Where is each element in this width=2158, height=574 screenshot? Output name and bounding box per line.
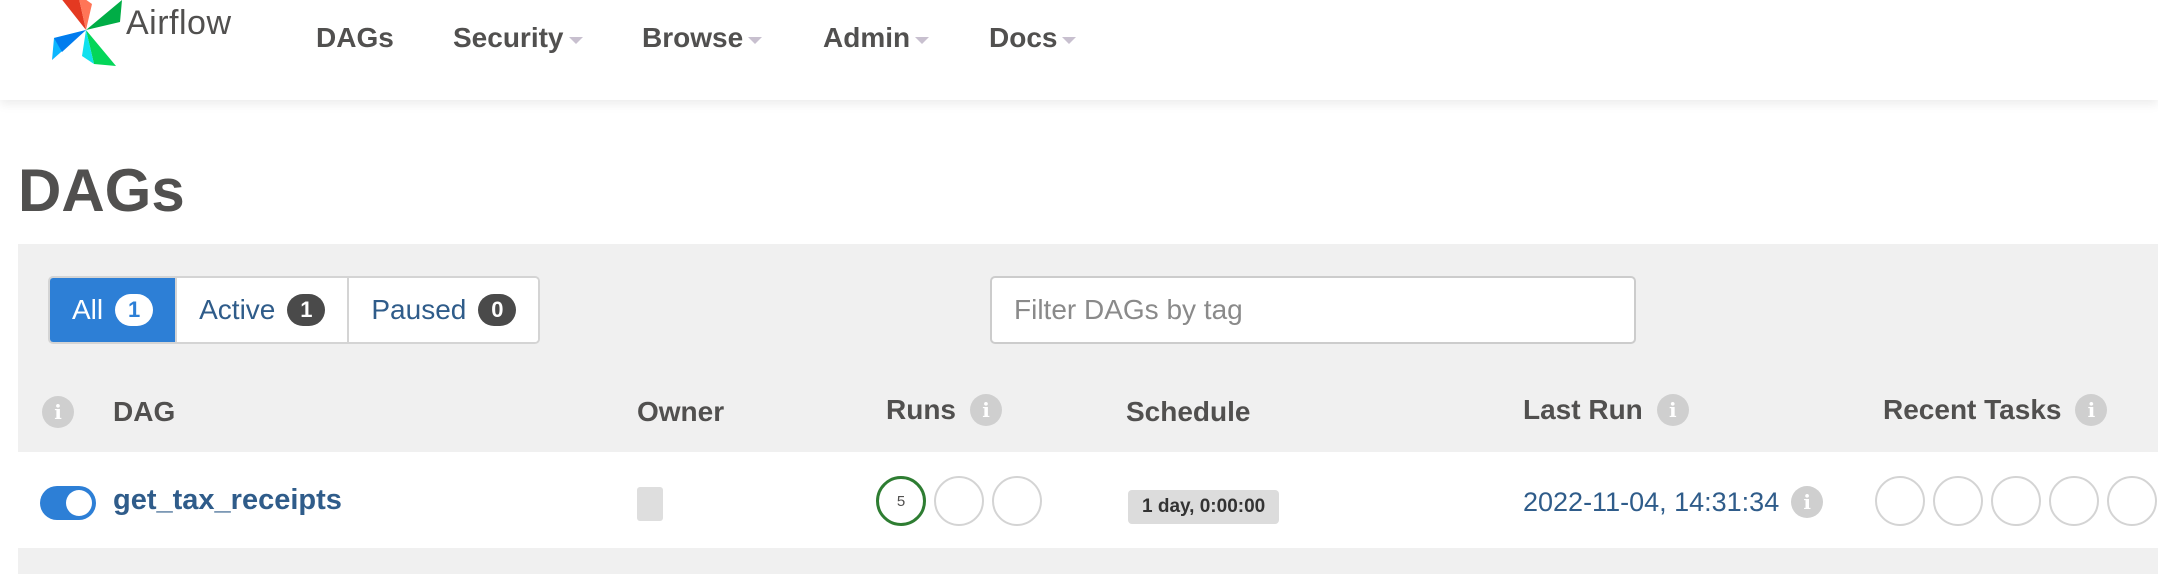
filter-paused-label: Paused (371, 294, 467, 325)
header-dag[interactable]: DAG (113, 396, 175, 428)
brand-name: Airflow (126, 4, 232, 42)
recent-task-circle[interactable] (1991, 476, 2041, 526)
status-filter-group: All 1 Active 1 Paused 0 (48, 276, 541, 344)
filter-all-count-badge: 1 (115, 294, 154, 326)
recent-task-circle[interactable] (2107, 476, 2157, 526)
nav-browse-label: Browse (642, 22, 744, 53)
header-recent-tasks: Recent Tasks i (1883, 394, 2108, 426)
top-navbar: Airflow DAGs Security Browse Admin Docs (0, 0, 2158, 100)
header-last-run-label: Last Run (1523, 394, 1643, 425)
filter-paused-button[interactable]: Paused 0 (349, 278, 539, 342)
info-icon[interactable]: i (42, 396, 74, 428)
recent-task-circle[interactable] (1933, 476, 1983, 526)
dag-id-link[interactable]: get_tax_receipts (113, 484, 342, 517)
nav-browse[interactable]: Browse (642, 22, 763, 54)
nav-docs[interactable]: Docs (989, 22, 1077, 54)
info-icon[interactable]: i (1791, 486, 1824, 518)
last-run-link[interactable]: 2022-11-04, 14:31:34 (1523, 487, 1779, 518)
toggle-knob (66, 490, 92, 516)
header-dag-label: DAG (113, 396, 176, 427)
filter-all-label: All (72, 294, 104, 325)
run-state-success[interactable]: 5 (876, 476, 926, 526)
caret-down-icon (748, 36, 763, 44)
header-schedule[interactable]: Schedule (1126, 396, 1250, 428)
recent-task-circle[interactable] (1875, 476, 1925, 526)
filter-active-button[interactable]: Active 1 (177, 278, 350, 342)
info-icon[interactable]: i (970, 394, 1002, 426)
caret-down-icon (568, 36, 583, 44)
nav-dags-label: DAGs (316, 22, 394, 53)
run-state-empty[interactable] (934, 476, 984, 526)
recent-task-circle[interactable] (2049, 476, 2099, 526)
header-runs-label: Runs (886, 394, 956, 425)
nav-security[interactable]: Security (453, 22, 583, 54)
header-owner-label: Owner (637, 396, 725, 427)
header-schedule-label: Schedule (1126, 396, 1251, 427)
nav-admin-label: Admin (823, 22, 911, 53)
info-icon[interactable]: i (2075, 394, 2108, 426)
owner-chip[interactable] (637, 487, 663, 521)
filter-paused-count-badge: 0 (478, 294, 517, 326)
last-run: 2022-11-04, 14:31:34 i (1523, 486, 1824, 518)
nav-admin[interactable]: Admin (823, 22, 930, 54)
airflow-logo-icon (52, 0, 122, 66)
filter-active-count-badge: 1 (287, 294, 326, 326)
nav-security-label: Security (453, 22, 564, 53)
tag-filter-input[interactable] (990, 276, 1636, 344)
filter-active-label: Active (199, 294, 276, 325)
schedule-badge[interactable]: 1 day, 0:00:00 (1128, 490, 1280, 524)
filter-all-button[interactable]: All 1 (50, 278, 178, 342)
dag-pause-toggle[interactable] (40, 486, 96, 520)
nav-dags[interactable]: DAGs (316, 22, 394, 54)
header-owner[interactable]: Owner (637, 396, 724, 428)
brand[interactable]: Airflow (48, 0, 248, 80)
dags-panel: All 1 Active 1 Paused 0 i DAG Owner Runs… (18, 244, 2158, 574)
header-last-run[interactable]: Last Run i (1523, 394, 1689, 426)
caret-down-icon (1062, 36, 1077, 44)
header-runs: Runs i (886, 394, 1002, 426)
nav-docs-label: Docs (989, 22, 1058, 53)
page-title: DAGs (18, 157, 185, 224)
table-row: get_tax_receipts 5 1 day, 0:00:00 2022-1… (18, 452, 2158, 548)
header-recent-tasks-label: Recent Tasks (1883, 394, 2062, 425)
caret-down-icon (915, 36, 930, 44)
header-info[interactable]: i (42, 396, 74, 428)
run-state-empty[interactable] (992, 476, 1042, 526)
info-icon[interactable]: i (1656, 394, 1689, 426)
